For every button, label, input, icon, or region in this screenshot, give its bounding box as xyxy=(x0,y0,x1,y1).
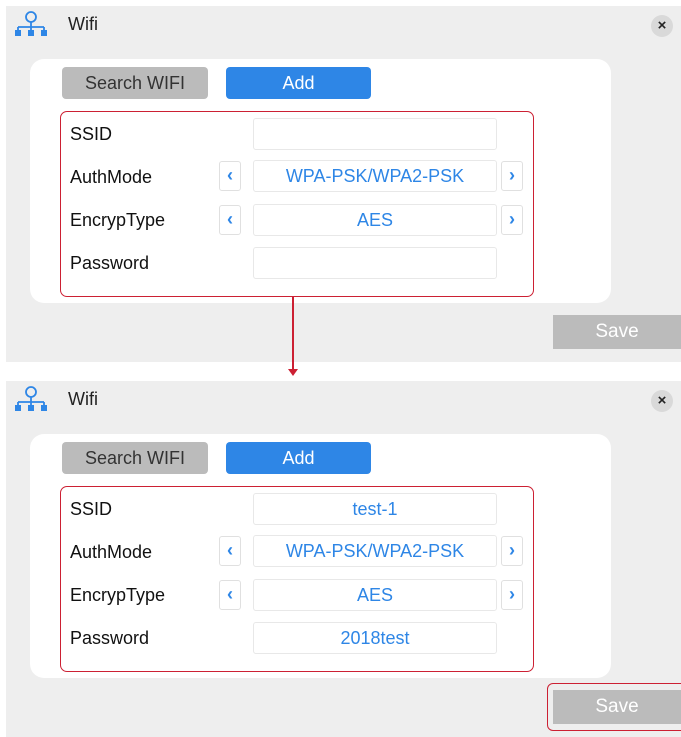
network-icon xyxy=(15,386,47,411)
encryptype-field: AES xyxy=(253,204,497,236)
authmode-field: WPA-PSK/WPA2-PSK xyxy=(253,160,497,192)
password-label: Password xyxy=(70,628,150,648)
encryptype-prev-icon[interactable]: ‹ xyxy=(219,205,241,235)
password-label: Password xyxy=(70,253,150,273)
authmode-next-icon[interactable]: › xyxy=(501,161,523,191)
wifi-form: SSID test-1 AuthMode ‹ WPA-PSK/WPA2-PSK … xyxy=(60,486,534,672)
encryptype-next-icon[interactable]: › xyxy=(501,205,523,235)
authmode-prev-icon[interactable]: ‹ xyxy=(219,536,241,566)
encryptype-field: AES xyxy=(253,579,497,611)
dialog-title: Wifi xyxy=(68,389,98,409)
ssid-field[interactable]: test-1 xyxy=(253,493,497,525)
wifi-card: Search WIFI Add SSID test-1 AuthMode ‹ W… xyxy=(30,434,611,678)
ssid-label: SSID xyxy=(70,499,113,519)
close-icon[interactable]: × xyxy=(651,390,673,412)
encryptype-prev-icon[interactable]: ‹ xyxy=(219,580,241,610)
save-button[interactable]: Save xyxy=(553,690,681,724)
network-icon xyxy=(15,11,47,36)
ssid-field[interactable] xyxy=(253,118,497,150)
wifi-dialog-before: Wifi × Search WIFI Add SSID AuthMode ‹ W… xyxy=(6,6,681,362)
add-button[interactable]: Add xyxy=(226,442,371,474)
search-wifi-button[interactable]: Search WIFI xyxy=(62,67,208,99)
search-wifi-button[interactable]: Search WIFI xyxy=(62,442,208,474)
wifi-card: Search WIFI Add SSID AuthMode ‹ WPA-PSK/… xyxy=(30,59,611,303)
wifi-form: SSID AuthMode ‹ WPA-PSK/WPA2-PSK › Encry… xyxy=(60,111,534,297)
authmode-next-icon[interactable]: › xyxy=(501,536,523,566)
add-button[interactable]: Add xyxy=(226,67,371,99)
authmode-prev-icon[interactable]: ‹ xyxy=(219,161,241,191)
encryptype-label: EncrypType xyxy=(70,585,166,605)
flow-arrow-line xyxy=(292,296,294,371)
authmode-label: AuthMode xyxy=(70,167,153,187)
authmode-label: AuthMode xyxy=(70,542,153,562)
encryptype-label: EncrypType xyxy=(70,210,166,230)
dialog-title: Wifi xyxy=(68,14,98,34)
ssid-label: SSID xyxy=(70,124,113,144)
encryptype-next-icon[interactable]: › xyxy=(501,580,523,610)
wifi-dialog-after: Wifi × Search WIFI Add SSID test-1 AuthM… xyxy=(6,381,681,737)
flow-arrow-head-icon xyxy=(288,369,298,376)
password-field[interactable]: 2018test xyxy=(253,622,497,654)
close-icon[interactable]: × xyxy=(651,15,673,37)
password-field[interactable] xyxy=(253,247,497,279)
authmode-field: WPA-PSK/WPA2-PSK xyxy=(253,535,497,567)
save-button[interactable]: Save xyxy=(553,315,681,349)
